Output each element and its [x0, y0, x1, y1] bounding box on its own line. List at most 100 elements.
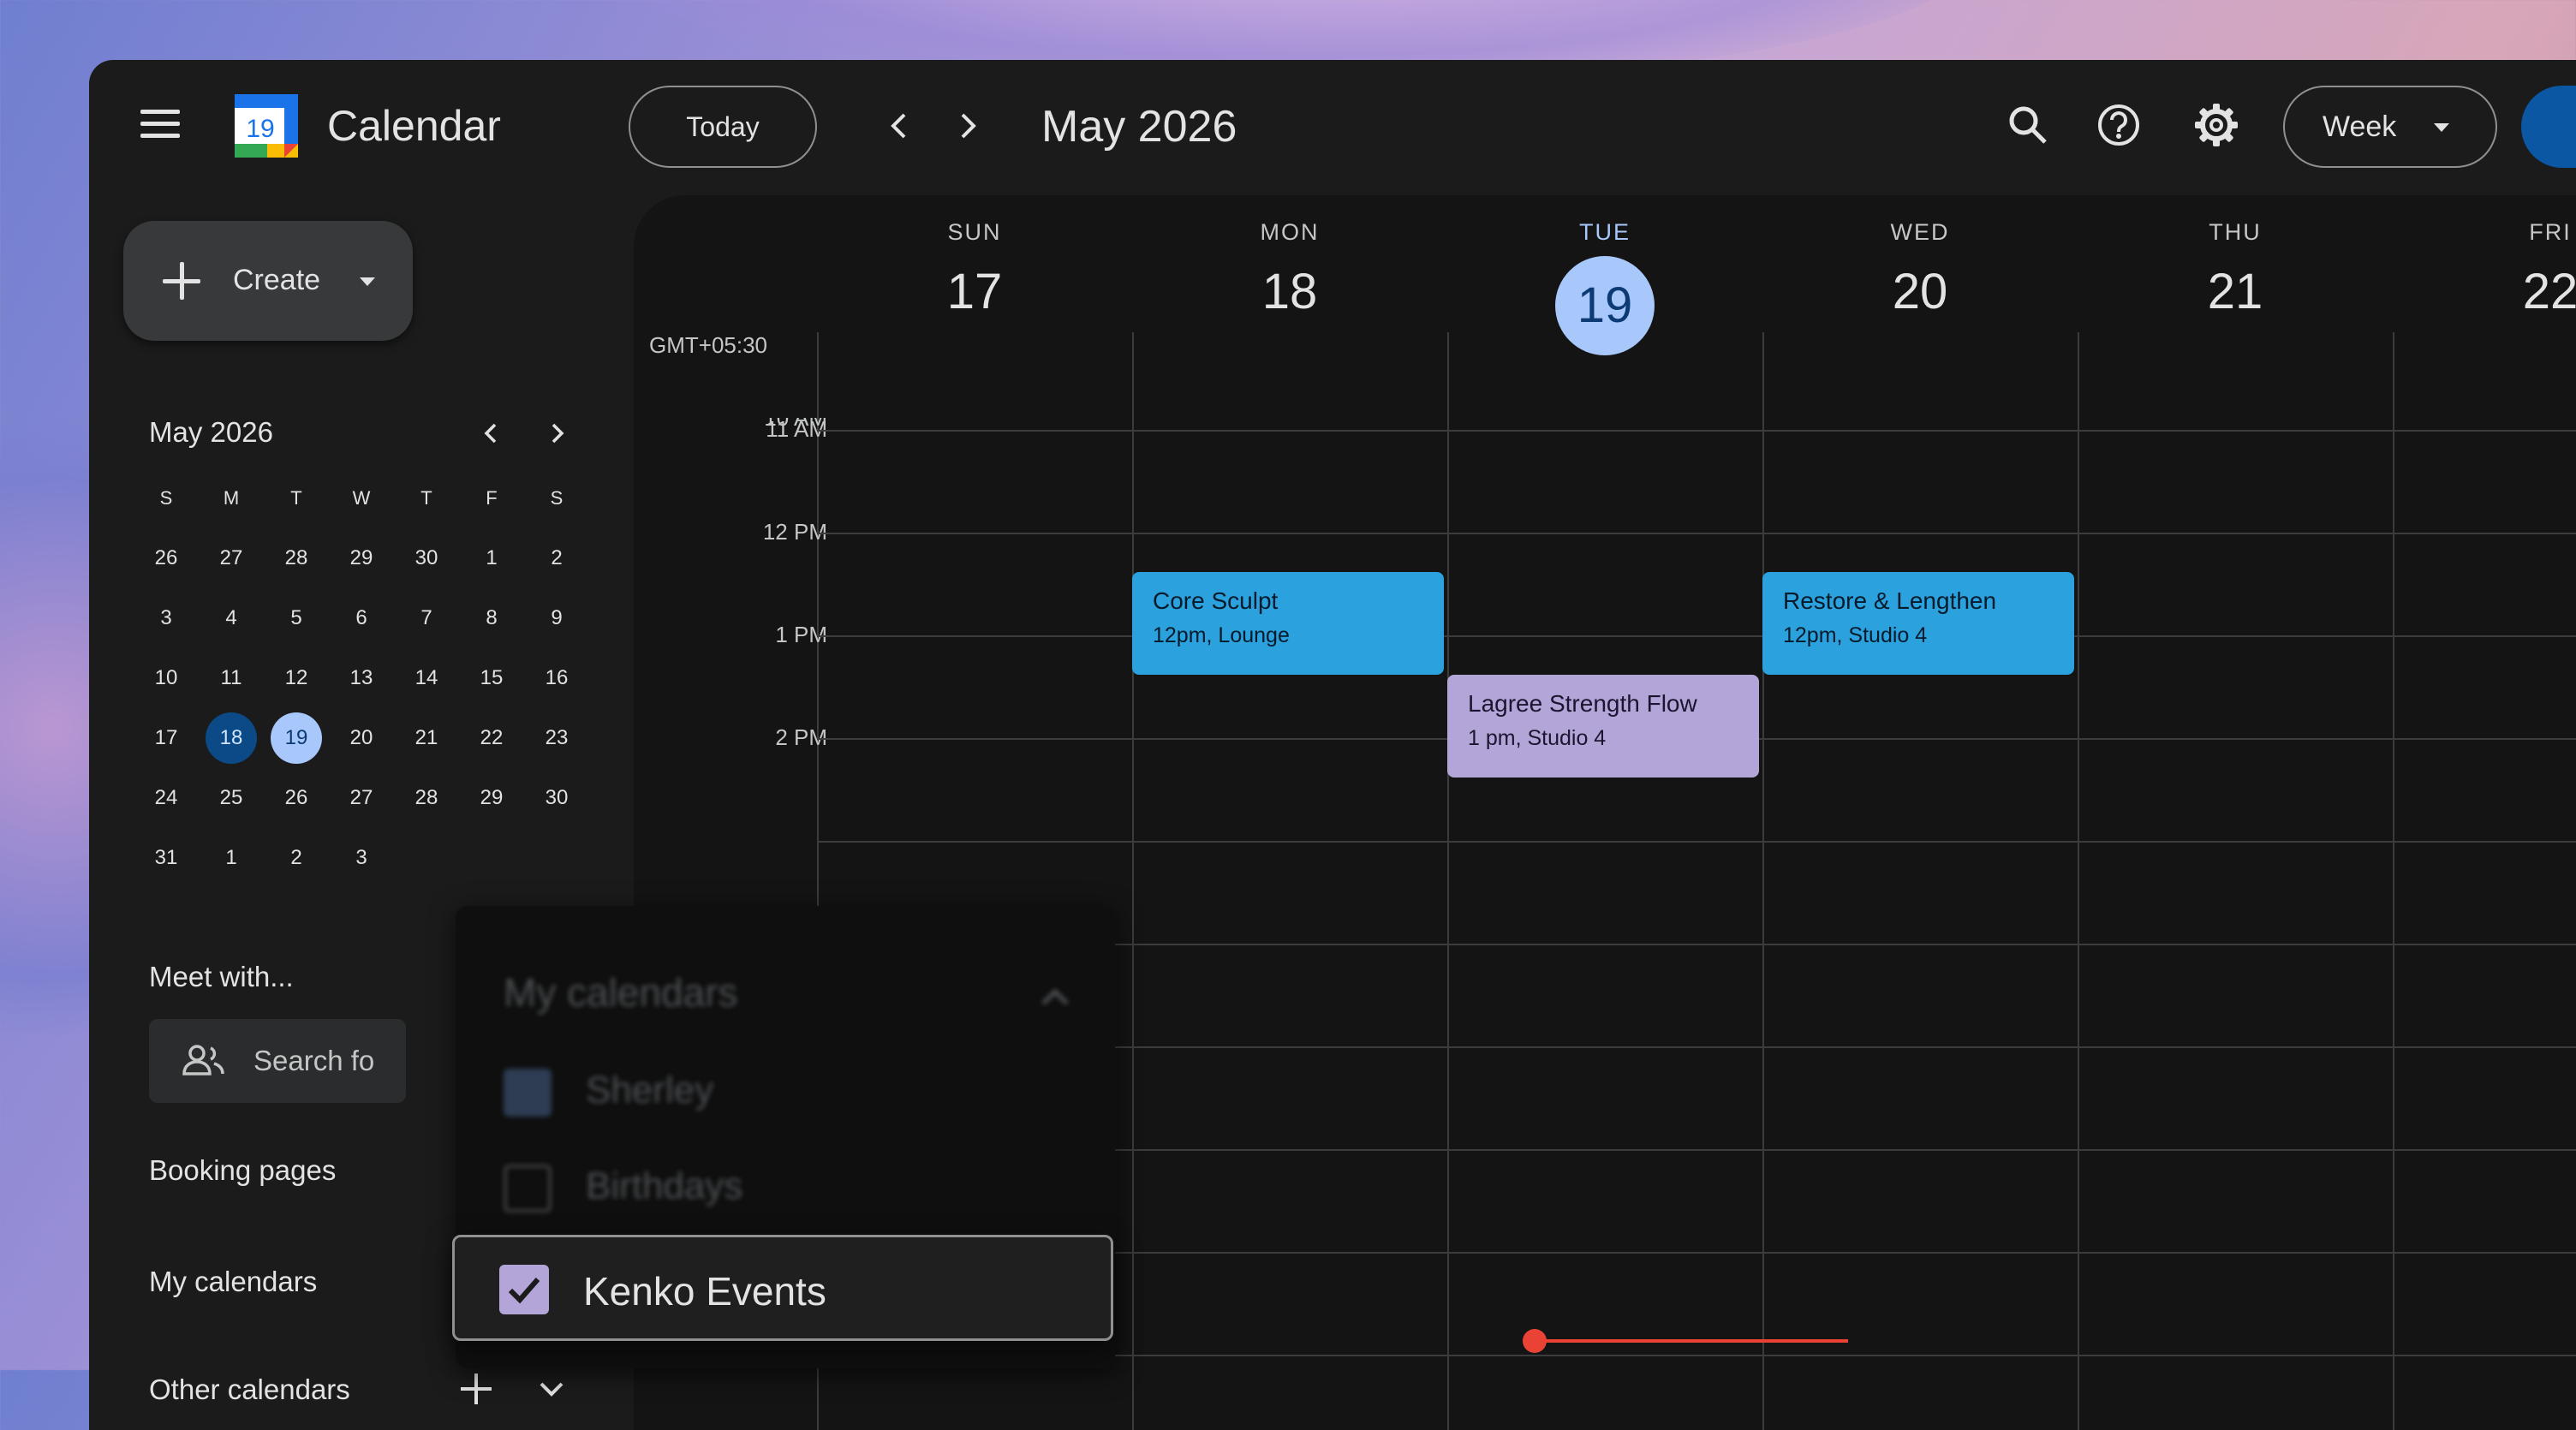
mini-calendar-day[interactable]: 12 — [271, 652, 322, 704]
checkbox-checked-icon[interactable] — [499, 1265, 549, 1314]
my-calendars-header[interactable]: My calendars — [149, 1266, 317, 1298]
day-of-week: TUE — [1579, 219, 1631, 245]
mini-calendar-day[interactable]: 16 — [531, 652, 582, 704]
day-header[interactable]: TUE 19 — [1451, 219, 1759, 355]
mini-calendar-day[interactable]: 2 — [271, 832, 322, 884]
today-button[interactable]: Today — [629, 86, 817, 168]
event-lagree-strength-flow[interactable]: Lagree Strength Flow 1 pm, Studio 4 — [1447, 675, 1759, 778]
add-other-calendar-icon[interactable] — [459, 1372, 493, 1406]
mini-calendar-title: May 2026 — [149, 416, 273, 448]
day-column-divider — [1762, 332, 1764, 1430]
day-header[interactable]: MON 18 — [1136, 219, 1444, 320]
mini-calendar-day[interactable]: 11 — [206, 652, 257, 704]
mini-prev-month-icon[interactable] — [474, 416, 509, 450]
caret-down-icon — [360, 277, 375, 286]
mini-calendar-day[interactable]: 6 — [336, 593, 387, 644]
mini-calendar-day[interactable]: 4 — [206, 593, 257, 644]
mini-calendar-day[interactable]: 9 — [531, 593, 582, 644]
mini-calendar-day[interactable]: 21 — [401, 712, 452, 764]
dragged-calendar-item-kenko-events[interactable]: Kenko Events — [452, 1235, 1113, 1341]
drag-preview-title: My calendars — [504, 970, 738, 1015]
mini-calendar-day[interactable]: 20 — [336, 712, 387, 764]
mini-calendar-day[interactable]: 13 — [336, 652, 387, 704]
mini-calendar-day[interactable]: 8 — [466, 593, 517, 644]
mini-weekday-label: S — [159, 487, 173, 509]
mini-calendar-day[interactable]: 24 — [140, 772, 192, 824]
day-header[interactable]: FRI 22 — [2396, 219, 2576, 320]
hour-label: 2 PM — [775, 724, 827, 750]
day-header[interactable]: SUN 17 — [820, 219, 1129, 320]
chevron-up-icon — [1038, 980, 1072, 1014]
day-number[interactable]: 20 — [1766, 263, 2074, 320]
next-week-icon[interactable] — [945, 104, 988, 147]
mini-calendar-day[interactable]: 1 — [206, 832, 257, 884]
event-core-sculpt[interactable]: Core Sculpt 12pm, Lounge — [1132, 572, 1444, 675]
day-number[interactable]: 18 — [1136, 263, 1444, 320]
plus-icon — [163, 262, 200, 300]
day-number[interactable]: 21 — [2081, 263, 2389, 320]
day-column-divider — [1132, 332, 1134, 1430]
settings-gear-icon[interactable] — [2192, 101, 2240, 149]
mini-calendar-day[interactable]: 30 — [531, 772, 582, 824]
mini-calendar-day[interactable]: 30 — [401, 533, 452, 584]
mini-calendar-day[interactable]: 29 — [466, 772, 517, 824]
mini-calendar-day[interactable]: 14 — [401, 652, 452, 704]
mini-calendar-day[interactable]: 10 — [140, 652, 192, 704]
day-number[interactable]: 22 — [2396, 263, 2576, 320]
mini-calendar-day[interactable]: 28 — [271, 533, 322, 584]
search-people-input[interactable]: Search fo — [149, 1019, 406, 1103]
top-bar: 19 Calendar Today May 2026 Week — [89, 60, 2576, 188]
day-header[interactable]: THU 21 — [2081, 219, 2389, 320]
day-number[interactable]: 19 — [1555, 256, 1655, 355]
event-details: 1 pm, Studio 4 — [1468, 726, 1607, 750]
mini-calendar-day[interactable]: 3 — [336, 832, 387, 884]
mini-calendar-day[interactable]: 19 — [271, 712, 322, 764]
mini-calendar-day[interactable]: 2 — [531, 533, 582, 584]
create-button[interactable]: Create — [123, 221, 413, 341]
booking-pages-link[interactable]: Booking pages — [149, 1154, 336, 1187]
event-details: 12pm, Lounge — [1153, 623, 1290, 647]
calendar-item-label: Kenko Events — [583, 1269, 826, 1314]
day-number[interactable]: 17 — [820, 263, 1129, 320]
mini-weekday-label: S — [550, 487, 564, 509]
day-of-week: FRI — [2529, 219, 2572, 245]
day-of-week: MON — [1260, 219, 1320, 245]
calendar-item-birthdays: Birthdays — [504, 1165, 742, 1213]
event-restore-lengthen[interactable]: Restore & Lengthen 12pm, Studio 4 — [1762, 572, 2074, 675]
view-selector-button[interactable]: Week — [2283, 86, 2497, 168]
mini-calendar-day[interactable]: 18 — [206, 712, 257, 764]
mini-calendar-day[interactable]: 27 — [206, 533, 257, 584]
caret-down-icon — [2434, 123, 2449, 132]
day-of-week: THU — [2209, 219, 2262, 245]
mini-calendar-day[interactable]: 26 — [140, 533, 192, 584]
mini-calendar-day[interactable]: 5 — [271, 593, 322, 644]
mini-calendar-day[interactable]: 1 — [466, 533, 517, 584]
calendar-window: 19 Calendar Today May 2026 Week Create M… — [89, 60, 2576, 1430]
mini-calendar-day[interactable]: 22 — [466, 712, 517, 764]
help-icon[interactable] — [2095, 101, 2143, 149]
day-of-week: SUN — [947, 219, 1002, 245]
calendar-item-sherley: Sherley — [504, 1069, 713, 1117]
mini-calendar-day[interactable]: 15 — [466, 652, 517, 704]
other-calendars-header[interactable]: Other calendars — [149, 1373, 350, 1406]
mini-calendar-day[interactable]: 17 — [140, 712, 192, 764]
event-title: Restore & Lengthen — [1783, 587, 1997, 614]
search-icon[interactable] — [2004, 101, 2052, 149]
chevron-down-icon[interactable] — [534, 1372, 569, 1406]
mini-calendar-day[interactable]: 7 — [401, 593, 452, 644]
mini-next-month-icon[interactable] — [540, 416, 574, 450]
previous-week-icon[interactable] — [879, 104, 921, 147]
mini-calendar-day[interactable]: 29 — [336, 533, 387, 584]
event-title: Lagree Strength Flow — [1468, 690, 1697, 717]
mini-calendar-day[interactable]: 23 — [531, 712, 582, 764]
mini-calendar-day[interactable]: 26 — [271, 772, 322, 824]
day-header[interactable]: WED 20 — [1766, 219, 2074, 320]
mini-calendar-day[interactable]: 27 — [336, 772, 387, 824]
main-menu-icon[interactable] — [140, 110, 180, 139]
mini-calendar-day[interactable]: 31 — [140, 832, 192, 884]
mini-calendar-day[interactable]: 28 — [401, 772, 452, 824]
current-time-line — [1535, 1339, 1848, 1343]
mini-calendar-day[interactable]: 25 — [206, 772, 257, 824]
tasks-panel-button[interactable] — [2521, 86, 2576, 168]
mini-calendar-day[interactable]: 3 — [140, 593, 192, 644]
